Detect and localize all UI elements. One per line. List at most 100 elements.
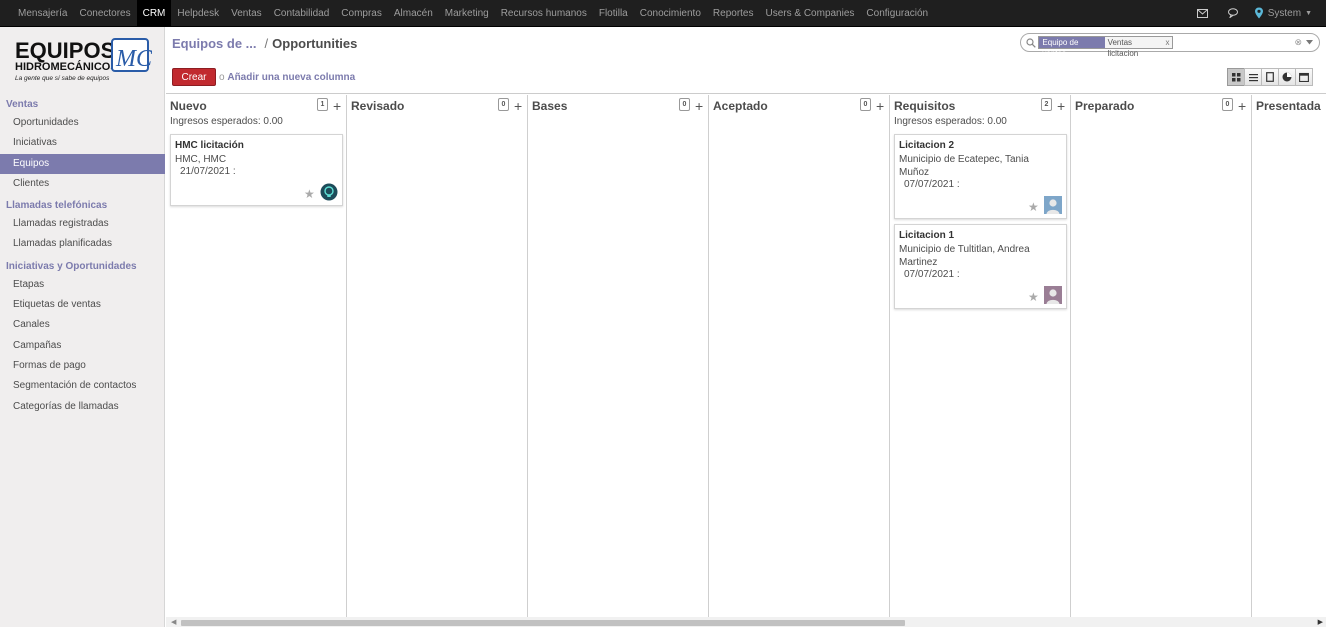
add-column-link[interactable]: Añadir una nueva columna (227, 72, 355, 83)
scroll-left-icon[interactable]: ◀ (171, 618, 176, 626)
app-menu-marketing[interactable]: Marketing (439, 0, 495, 27)
quick-create-plus-icon[interactable]: + (1238, 98, 1246, 114)
app-menu-users-companies[interactable]: Users & Companies (759, 0, 860, 27)
column-title[interactable]: Revisado (351, 99, 404, 113)
sidebar-item-etiquetas-de-ventas[interactable]: Etiquetas de ventas (0, 295, 165, 315)
priority-star-icon[interactable]: ★ (304, 187, 315, 201)
horizontal-scrollbar[interactable]: ◀ ▶ (166, 617, 1326, 627)
app-menu: Mensajería Conectores CRM Helpdesk Ventas Con… (0, 0, 934, 27)
sidebar-item-campanas[interactable]: Campañas (0, 336, 165, 356)
sidebar-item-etapas[interactable]: Etapas (0, 275, 165, 295)
sidebar-item-llamadas-planificadas[interactable]: Llamadas planificadas (0, 234, 165, 254)
search-input[interactable] (1177, 35, 1295, 50)
graph-view-icon[interactable] (1278, 68, 1296, 86)
priority-star-icon[interactable]: ★ (1028, 200, 1039, 214)
kanban-column-preparado: Preparado 0 + (1071, 95, 1252, 617)
sidebar-section-llamadas-telefonicas: Llamadas telefónicas (6, 200, 108, 212)
add-column: o Añadir una nueva columna (219, 72, 355, 83)
logo-line2: HIDROMECÁNICOS (15, 60, 118, 73)
kanban-column-aceptado: Aceptado 0 + (709, 95, 890, 617)
scrollbar-thumb[interactable] (181, 620, 905, 626)
app-menu-reportes[interactable]: Reportes (707, 0, 760, 27)
sidebar-section-ventas: Ventas (6, 99, 39, 110)
sidebar-item-clientes[interactable]: Clientes (0, 174, 165, 194)
column-title[interactable]: Presentada (1256, 99, 1321, 113)
quick-create-plus-icon[interactable]: + (1057, 98, 1065, 114)
kanban-view-icon[interactable] (1227, 68, 1245, 86)
column-title[interactable]: Bases (532, 99, 567, 113)
facet-remove-icon[interactable]: x (1165, 37, 1173, 48)
sidebar: EQUIPOS HIDROMECÁNICOS La gente que sí s… (0, 27, 165, 627)
quick-create-plus-icon[interactable]: + (695, 98, 703, 114)
column-title[interactable]: Nuevo (170, 99, 207, 113)
search-options-icon[interactable] (1306, 37, 1313, 48)
chat-icon[interactable] (1218, 8, 1250, 18)
user-name: System (1267, 7, 1302, 19)
kanban-column-presentada: Presentada (1252, 95, 1326, 617)
app-menu-contabilidad[interactable]: Contabilidad (268, 0, 336, 27)
sidebar-item-categorias-de-llamadas[interactable]: Categorías de llamadas (0, 397, 165, 417)
calendar-view-icon[interactable] (1295, 68, 1313, 86)
scroll-right-icon[interactable]: ▶ (1318, 618, 1323, 626)
sidebar-item-equipos[interactable]: Equipos (0, 153, 165, 174)
app-menu-configuracion[interactable]: Configuración (860, 0, 934, 27)
column-title[interactable]: Preparado (1075, 99, 1134, 113)
company-logo[interactable]: EQUIPOS HIDROMECÁNICOS La gente que sí s… (14, 37, 153, 85)
column-count-badge: 2 (1041, 98, 1052, 111)
form-view-icon[interactable] (1261, 68, 1279, 86)
expected-income: Ingresos esperados: 0.00 (894, 116, 1007, 127)
breadcrumb-parent[interactable]: Equipos de ... (172, 36, 257, 51)
column-title[interactable]: Requisitos (894, 99, 955, 113)
systray: System ▼ (1187, 0, 1326, 27)
kanban-column-requisitos: Requisitos 2 + Ingresos esperados: 0.00 Lici… (890, 95, 1071, 617)
app-menu-mensajeria[interactable]: Mensajería (12, 0, 73, 27)
kanban-column-nuevo: Nuevo 1 + Ingresos esperados: 0.00 HMC licit… (166, 95, 347, 617)
column-count-badge: 0 (498, 98, 509, 111)
sidebar-item-oportunidades[interactable]: Oportunidades (0, 113, 165, 133)
app-menu-conocimiento[interactable]: Conocimiento (634, 0, 707, 27)
card-title: Licitacion 1 (899, 230, 955, 241)
card-date: 21/07/2021 : (180, 166, 236, 177)
kanban-card[interactable]: Licitacion 2 Municipio de Ecatepec, Tania… (894, 134, 1067, 219)
caret-down-icon: ▼ (1305, 9, 1312, 17)
card-title: HMC licitación (175, 140, 244, 151)
sidebar-item-canales[interactable]: Canales (0, 315, 165, 335)
app-menu-helpdesk[interactable]: Helpdesk (171, 0, 225, 27)
kanban-card[interactable]: Licitacion 1 Municipio de Tultitlan, Andr… (894, 224, 1067, 309)
clear-search-icon[interactable]: ⊗ (1294, 37, 1302, 48)
kanban-column-revisado: Revisado 0 + (347, 95, 528, 617)
quick-create-plus-icon[interactable]: + (514, 98, 522, 114)
app-menu-ventas[interactable]: Ventas (225, 0, 268, 27)
kanban-board: Nuevo 1 + Ingresos esperados: 0.00 HMC licit… (166, 95, 1326, 617)
search-facet[interactable]: Equipo de ventas Ventas licitacion x (1038, 36, 1174, 58)
column-count-badge: 0 (860, 98, 871, 111)
app-menu-recursos-humanos[interactable]: Recursos humanos (495, 0, 593, 27)
priority-star-icon[interactable]: ★ (1028, 290, 1039, 304)
sidebar-item-iniciativas[interactable]: Iniciativas (0, 133, 165, 153)
list-view-icon[interactable] (1244, 68, 1262, 86)
sidebar-item-segmentacion-de-contactos[interactable]: Segmentación de contactos (0, 376, 165, 396)
app-menu-almacen[interactable]: Almacén (388, 0, 439, 27)
quick-create-plus-icon[interactable]: + (333, 98, 341, 114)
messaging-icon[interactable] (1187, 8, 1218, 18)
quick-create-plus-icon[interactable]: + (876, 98, 884, 114)
breadcrumb-separator: / (264, 36, 269, 51)
app-menu-conectores[interactable]: Conectores (73, 0, 136, 27)
app-menu-flotilla[interactable]: Flotilla (593, 0, 634, 27)
column-title[interactable]: Aceptado (713, 99, 768, 113)
logo-line1: EQUIPOS (15, 38, 115, 63)
company-marker-icon (1254, 7, 1263, 19)
app-menu-crm[interactable]: CRM (136, 0, 172, 27)
card-subtitle: Municipio de Tultitlan, Andrea Martinez (899, 244, 1030, 268)
create-button[interactable]: Crear (172, 68, 216, 86)
column-count-badge: 0 (1222, 98, 1233, 111)
sidebar-item-llamadas-registradas[interactable]: Llamadas registradas (0, 214, 165, 234)
facet-category: Equipo de ventas (1039, 37, 1105, 58)
salesperson-avatar (1044, 196, 1062, 214)
view-switcher (1227, 68, 1313, 86)
breadcrumb: Equipos de ... / Opportunities (172, 36, 357, 51)
kanban-card[interactable]: HMC licitación HMC, HMC 21/07/2021 : ★ (170, 134, 343, 206)
app-menu-compras[interactable]: Compras (335, 0, 388, 27)
user-menu[interactable]: System ▼ (1250, 7, 1312, 19)
sidebar-item-formas-de-pago[interactable]: Formas de pago (0, 356, 165, 376)
